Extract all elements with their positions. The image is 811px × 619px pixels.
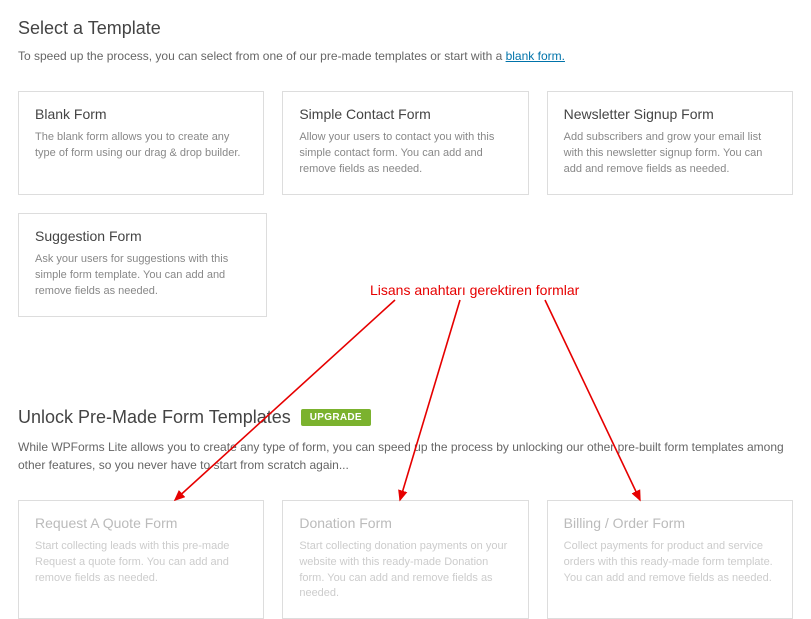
- locked-templates-row: Request A Quote Form Start collecting le…: [18, 500, 793, 619]
- card-desc: Add subscribers and grow your email list…: [564, 130, 776, 178]
- template-card-billing-order[interactable]: Billing / Order Form Collect payments fo…: [547, 500, 793, 619]
- card-title: Donation Form: [299, 515, 511, 531]
- card-title: Billing / Order Form: [564, 515, 776, 531]
- template-card-newsletter-signup[interactable]: Newsletter Signup Form Add subscribers a…: [547, 91, 793, 195]
- annotation-text: Lisans anahtarı gerektiren formlar: [370, 282, 579, 298]
- template-card-simple-contact[interactable]: Simple Contact Form Allow your users to …: [282, 91, 528, 195]
- template-card-request-quote[interactable]: Request A Quote Form Start collecting le…: [18, 500, 264, 619]
- templates-row-2: Suggestion Form Ask your users for sugge…: [18, 213, 793, 317]
- templates-row-1: Blank Form The blank form allows you to …: [18, 91, 793, 195]
- card-title: Request A Quote Form: [35, 515, 247, 531]
- card-desc: Ask your users for suggestions with this…: [35, 252, 250, 300]
- page-subtitle: To speed up the process, you can select …: [18, 49, 793, 63]
- card-title: Simple Contact Form: [299, 106, 511, 122]
- template-card-suggestion-form[interactable]: Suggestion Form Ask your users for sugge…: [18, 213, 267, 317]
- card-title: Suggestion Form: [35, 228, 250, 244]
- template-card-donation[interactable]: Donation Form Start collecting donation …: [282, 500, 528, 619]
- card-title: Newsletter Signup Form: [564, 106, 776, 122]
- unlock-title: Unlock Pre-Made Form Templates: [18, 407, 291, 428]
- unlock-heading-row: Unlock Pre-Made Form Templates UPGRADE: [18, 407, 793, 428]
- page-title: Select a Template: [18, 18, 793, 39]
- card-desc: Collect payments for product and service…: [564, 539, 776, 587]
- card-desc: Allow your users to contact you with thi…: [299, 130, 511, 178]
- card-desc: Start collecting leads with this pre-mad…: [35, 539, 247, 587]
- blank-form-link[interactable]: blank form.: [506, 49, 565, 63]
- card-desc: Start collecting donation payments on yo…: [299, 539, 511, 603]
- card-desc: The blank form allows you to create any …: [35, 130, 247, 162]
- subtitle-text: To speed up the process, you can select …: [18, 49, 506, 63]
- unlock-desc: While WPForms Lite allows you to create …: [18, 438, 793, 474]
- upgrade-button[interactable]: UPGRADE: [301, 409, 371, 426]
- card-title: Blank Form: [35, 106, 247, 122]
- template-card-blank-form[interactable]: Blank Form The blank form allows you to …: [18, 91, 264, 195]
